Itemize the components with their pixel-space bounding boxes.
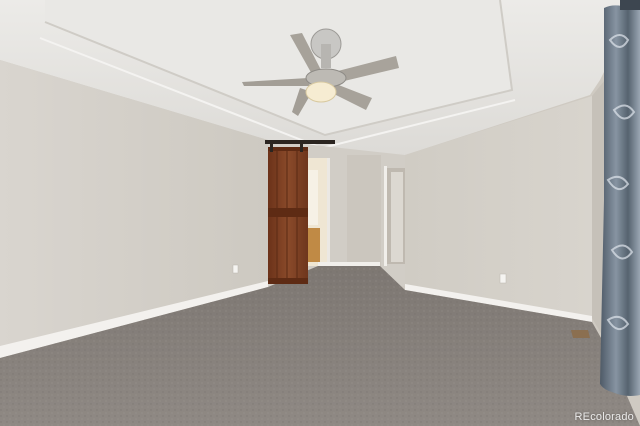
watermark-text: REcolorado <box>574 411 634 423</box>
bedroom-photo: REcolorado <box>0 0 640 426</box>
outlet-icon <box>232 264 239 274</box>
floor-vent-icon <box>571 330 590 338</box>
back-baseboard <box>318 262 380 266</box>
hallway-opening <box>347 155 405 266</box>
outlet-icon <box>499 273 507 284</box>
bathroom-doorway <box>307 158 330 268</box>
room-illustration <box>0 0 640 426</box>
curtain-icon <box>600 0 640 396</box>
